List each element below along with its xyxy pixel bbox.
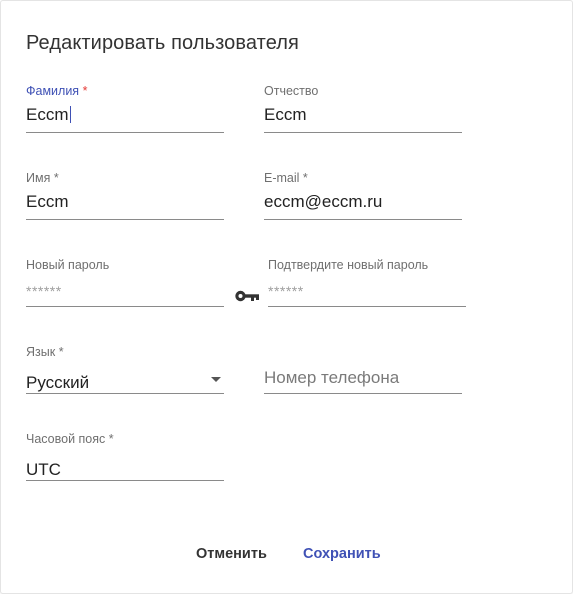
- language-select[interactable]: Язык * Русский: [26, 345, 224, 405]
- confirm-password-input[interactable]: ******: [268, 280, 304, 302]
- first-name-label: Имя *: [26, 171, 59, 185]
- middle-name-underline: [264, 132, 462, 133]
- last-name-field[interactable]: Фамилия * Eccm: [26, 84, 224, 144]
- last-name-input[interactable]: Eccm: [26, 104, 71, 126]
- key-icon[interactable]: [234, 287, 260, 305]
- first-name-field[interactable]: Имя * Eccm: [26, 171, 224, 231]
- email-label: E-mail *: [264, 171, 308, 185]
- phone-field[interactable]: Номер телефона: [264, 345, 462, 405]
- phone-input[interactable]: Номер телефона: [264, 367, 399, 389]
- language-label: Язык *: [26, 345, 64, 359]
- new-password-input[interactable]: ******: [26, 280, 62, 302]
- timezone-input[interactable]: UTC: [26, 459, 61, 481]
- first-name-underline: [26, 219, 224, 220]
- timezone-field[interactable]: Часовой пояс * UTC: [26, 432, 224, 492]
- phone-underline: [264, 393, 462, 394]
- first-name-input[interactable]: Eccm: [26, 191, 69, 213]
- confirm-password-field[interactable]: Подтвердите новый пароль ******: [268, 258, 466, 318]
- email-input[interactable]: eccm@eccm.ru: [264, 191, 382, 213]
- edit-user-dialog: Редактировать пользователя Фамилия * Ecc…: [0, 0, 573, 594]
- new-password-field[interactable]: Новый пароль ******: [26, 258, 224, 318]
- text-caret: [69, 106, 71, 123]
- last-name-label: Фамилия *: [26, 84, 88, 98]
- middle-name-input[interactable]: Eccm: [264, 104, 307, 126]
- cancel-button[interactable]: Отменить: [196, 546, 267, 562]
- new-password-underline: [26, 306, 224, 307]
- timezone-underline: [26, 480, 224, 481]
- language-underline: [26, 393, 224, 394]
- language-value[interactable]: Русский: [26, 372, 89, 394]
- chevron-down-icon[interactable]: [211, 377, 221, 382]
- save-button[interactable]: Сохранить: [303, 546, 381, 562]
- confirm-password-label: Подтвердите новый пароль: [268, 258, 429, 272]
- timezone-label: Часовой пояс *: [26, 432, 114, 446]
- email-field[interactable]: E-mail * eccm@eccm.ru: [264, 171, 462, 231]
- last-name-underline: [26, 132, 224, 133]
- confirm-password-underline: [268, 306, 466, 307]
- email-underline: [264, 219, 462, 220]
- new-password-label: Новый пароль: [26, 258, 110, 272]
- middle-name-label: Отчество: [264, 84, 319, 98]
- dialog-title: Редактировать пользователя: [26, 32, 299, 54]
- middle-name-field[interactable]: Отчество Eccm: [264, 84, 462, 144]
